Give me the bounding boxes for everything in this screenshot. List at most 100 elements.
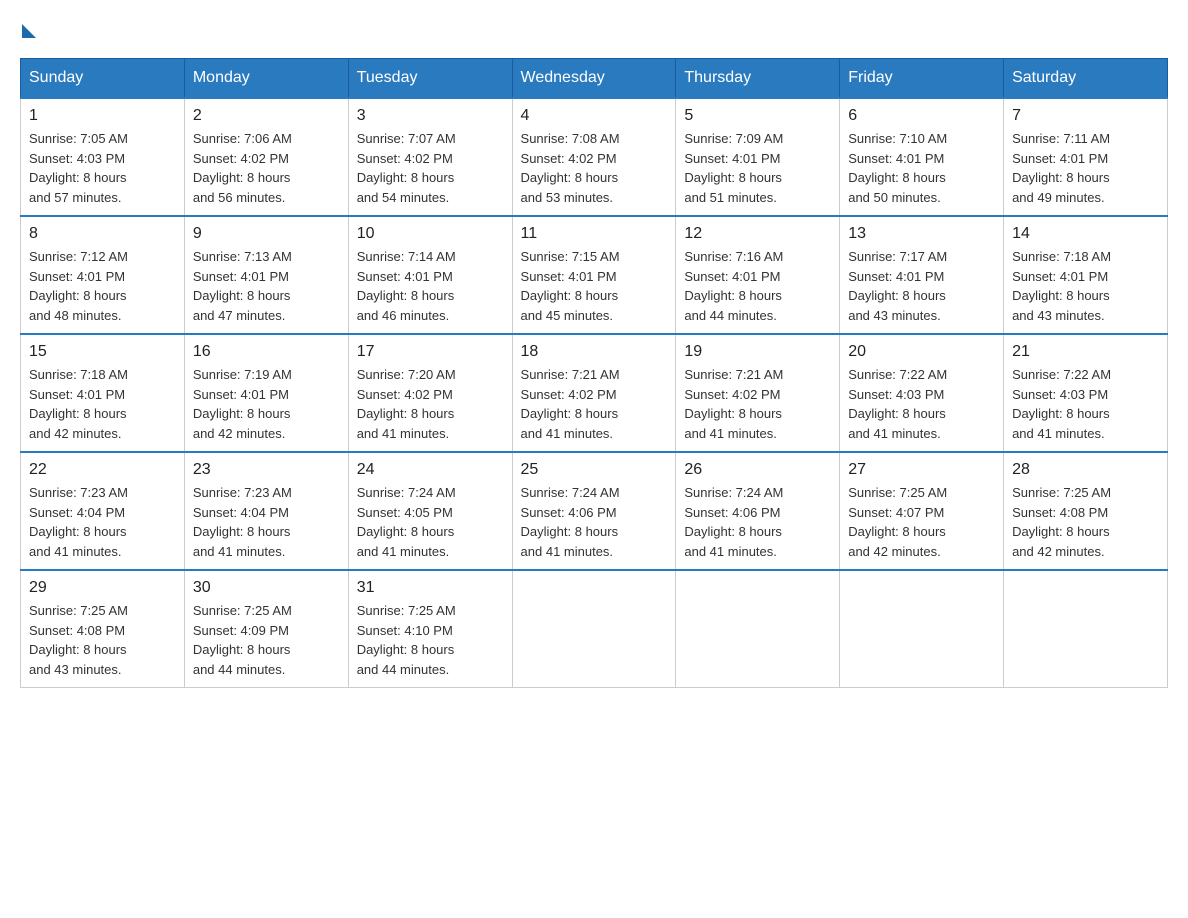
calendar-cell: 2 Sunrise: 7:06 AM Sunset: 4:02 PM Dayli…	[184, 98, 348, 216]
calendar-cell: 9 Sunrise: 7:13 AM Sunset: 4:01 PM Dayli…	[184, 216, 348, 334]
calendar-cell: 31 Sunrise: 7:25 AM Sunset: 4:10 PM Dayl…	[348, 570, 512, 688]
day-number: 18	[521, 343, 668, 361]
calendar-cell: 27 Sunrise: 7:25 AM Sunset: 4:07 PM Dayl…	[840, 452, 1004, 570]
weekday-header-monday: Monday	[184, 59, 348, 99]
day-number: 21	[1012, 343, 1159, 361]
day-info: Sunrise: 7:21 AM Sunset: 4:02 PM Dayligh…	[684, 365, 831, 443]
day-info: Sunrise: 7:05 AM Sunset: 4:03 PM Dayligh…	[29, 129, 176, 207]
day-number: 15	[29, 343, 176, 361]
weekday-header-friday: Friday	[840, 59, 1004, 99]
day-number: 26	[684, 461, 831, 479]
calendar-cell: 30 Sunrise: 7:25 AM Sunset: 4:09 PM Dayl…	[184, 570, 348, 688]
calendar-cell: 6 Sunrise: 7:10 AM Sunset: 4:01 PM Dayli…	[840, 98, 1004, 216]
calendar-cell: 7 Sunrise: 7:11 AM Sunset: 4:01 PM Dayli…	[1004, 98, 1168, 216]
calendar-cell: 26 Sunrise: 7:24 AM Sunset: 4:06 PM Dayl…	[676, 452, 840, 570]
day-number: 8	[29, 225, 176, 243]
day-info: Sunrise: 7:25 AM Sunset: 4:08 PM Dayligh…	[29, 601, 176, 679]
day-number: 20	[848, 343, 995, 361]
day-number: 23	[193, 461, 340, 479]
day-number: 17	[357, 343, 504, 361]
day-number: 27	[848, 461, 995, 479]
day-number: 3	[357, 107, 504, 125]
day-info: Sunrise: 7:16 AM Sunset: 4:01 PM Dayligh…	[684, 247, 831, 325]
calendar-cell: 22 Sunrise: 7:23 AM Sunset: 4:04 PM Dayl…	[21, 452, 185, 570]
day-info: Sunrise: 7:09 AM Sunset: 4:01 PM Dayligh…	[684, 129, 831, 207]
calendar-cell: 12 Sunrise: 7:16 AM Sunset: 4:01 PM Dayl…	[676, 216, 840, 334]
calendar-cell: 24 Sunrise: 7:24 AM Sunset: 4:05 PM Dayl…	[348, 452, 512, 570]
day-info: Sunrise: 7:23 AM Sunset: 4:04 PM Dayligh…	[193, 483, 340, 561]
day-info: Sunrise: 7:12 AM Sunset: 4:01 PM Dayligh…	[29, 247, 176, 325]
day-number: 24	[357, 461, 504, 479]
day-number: 14	[1012, 225, 1159, 243]
calendar-cell: 15 Sunrise: 7:18 AM Sunset: 4:01 PM Dayl…	[21, 334, 185, 452]
calendar-cell: 5 Sunrise: 7:09 AM Sunset: 4:01 PM Dayli…	[676, 98, 840, 216]
day-info: Sunrise: 7:13 AM Sunset: 4:01 PM Dayligh…	[193, 247, 340, 325]
calendar-cell	[676, 570, 840, 688]
calendar-cell	[512, 570, 676, 688]
calendar-table: SundayMondayTuesdayWednesdayThursdayFrid…	[20, 58, 1168, 688]
calendar-cell: 11 Sunrise: 7:15 AM Sunset: 4:01 PM Dayl…	[512, 216, 676, 334]
day-info: Sunrise: 7:15 AM Sunset: 4:01 PM Dayligh…	[521, 247, 668, 325]
day-info: Sunrise: 7:10 AM Sunset: 4:01 PM Dayligh…	[848, 129, 995, 207]
calendar-cell: 10 Sunrise: 7:14 AM Sunset: 4:01 PM Dayl…	[348, 216, 512, 334]
calendar-cell: 21 Sunrise: 7:22 AM Sunset: 4:03 PM Dayl…	[1004, 334, 1168, 452]
calendar-cell: 17 Sunrise: 7:20 AM Sunset: 4:02 PM Dayl…	[348, 334, 512, 452]
weekday-header-thursday: Thursday	[676, 59, 840, 99]
day-info: Sunrise: 7:06 AM Sunset: 4:02 PM Dayligh…	[193, 129, 340, 207]
calendar-cell: 3 Sunrise: 7:07 AM Sunset: 4:02 PM Dayli…	[348, 98, 512, 216]
calendar-cell: 4 Sunrise: 7:08 AM Sunset: 4:02 PM Dayli…	[512, 98, 676, 216]
calendar-cell: 8 Sunrise: 7:12 AM Sunset: 4:01 PM Dayli…	[21, 216, 185, 334]
weekday-header-row: SundayMondayTuesdayWednesdayThursdayFrid…	[21, 59, 1168, 99]
day-info: Sunrise: 7:17 AM Sunset: 4:01 PM Dayligh…	[848, 247, 995, 325]
day-info: Sunrise: 7:21 AM Sunset: 4:02 PM Dayligh…	[521, 365, 668, 443]
calendar-cell: 16 Sunrise: 7:19 AM Sunset: 4:01 PM Dayl…	[184, 334, 348, 452]
week-row-2: 8 Sunrise: 7:12 AM Sunset: 4:01 PM Dayli…	[21, 216, 1168, 334]
calendar-cell: 28 Sunrise: 7:25 AM Sunset: 4:08 PM Dayl…	[1004, 452, 1168, 570]
day-number: 13	[848, 225, 995, 243]
day-info: Sunrise: 7:25 AM Sunset: 4:10 PM Dayligh…	[357, 601, 504, 679]
day-info: Sunrise: 7:22 AM Sunset: 4:03 PM Dayligh…	[1012, 365, 1159, 443]
calendar-cell: 1 Sunrise: 7:05 AM Sunset: 4:03 PM Dayli…	[21, 98, 185, 216]
day-number: 9	[193, 225, 340, 243]
day-number: 12	[684, 225, 831, 243]
day-number: 4	[521, 107, 668, 125]
day-number: 29	[29, 579, 176, 597]
weekday-header-tuesday: Tuesday	[348, 59, 512, 99]
day-info: Sunrise: 7:24 AM Sunset: 4:06 PM Dayligh…	[521, 483, 668, 561]
day-info: Sunrise: 7:18 AM Sunset: 4:01 PM Dayligh…	[29, 365, 176, 443]
day-info: Sunrise: 7:24 AM Sunset: 4:05 PM Dayligh…	[357, 483, 504, 561]
weekday-header-wednesday: Wednesday	[512, 59, 676, 99]
day-number: 10	[357, 225, 504, 243]
calendar-cell: 19 Sunrise: 7:21 AM Sunset: 4:02 PM Dayl…	[676, 334, 840, 452]
weekday-header-sunday: Sunday	[21, 59, 185, 99]
day-info: Sunrise: 7:25 AM Sunset: 4:09 PM Dayligh…	[193, 601, 340, 679]
day-info: Sunrise: 7:25 AM Sunset: 4:08 PM Dayligh…	[1012, 483, 1159, 561]
day-info: Sunrise: 7:20 AM Sunset: 4:02 PM Dayligh…	[357, 365, 504, 443]
week-row-4: 22 Sunrise: 7:23 AM Sunset: 4:04 PM Dayl…	[21, 452, 1168, 570]
day-info: Sunrise: 7:23 AM Sunset: 4:04 PM Dayligh…	[29, 483, 176, 561]
calendar-cell	[840, 570, 1004, 688]
day-info: Sunrise: 7:22 AM Sunset: 4:03 PM Dayligh…	[848, 365, 995, 443]
day-info: Sunrise: 7:14 AM Sunset: 4:01 PM Dayligh…	[357, 247, 504, 325]
logo-triangle-icon	[22, 24, 36, 38]
week-row-3: 15 Sunrise: 7:18 AM Sunset: 4:01 PM Dayl…	[21, 334, 1168, 452]
day-number: 16	[193, 343, 340, 361]
day-info: Sunrise: 7:08 AM Sunset: 4:02 PM Dayligh…	[521, 129, 668, 207]
day-number: 5	[684, 107, 831, 125]
calendar-cell: 18 Sunrise: 7:21 AM Sunset: 4:02 PM Dayl…	[512, 334, 676, 452]
day-number: 2	[193, 107, 340, 125]
calendar-cell: 13 Sunrise: 7:17 AM Sunset: 4:01 PM Dayl…	[840, 216, 1004, 334]
calendar-cell: 23 Sunrise: 7:23 AM Sunset: 4:04 PM Dayl…	[184, 452, 348, 570]
day-number: 25	[521, 461, 668, 479]
day-info: Sunrise: 7:07 AM Sunset: 4:02 PM Dayligh…	[357, 129, 504, 207]
calendar-cell: 14 Sunrise: 7:18 AM Sunset: 4:01 PM Dayl…	[1004, 216, 1168, 334]
page-header	[20, 20, 1168, 38]
day-number: 7	[1012, 107, 1159, 125]
day-info: Sunrise: 7:19 AM Sunset: 4:01 PM Dayligh…	[193, 365, 340, 443]
day-info: Sunrise: 7:11 AM Sunset: 4:01 PM Dayligh…	[1012, 129, 1159, 207]
day-number: 1	[29, 107, 176, 125]
calendar-cell: 29 Sunrise: 7:25 AM Sunset: 4:08 PM Dayl…	[21, 570, 185, 688]
weekday-header-saturday: Saturday	[1004, 59, 1168, 99]
week-row-1: 1 Sunrise: 7:05 AM Sunset: 4:03 PM Dayli…	[21, 98, 1168, 216]
week-row-5: 29 Sunrise: 7:25 AM Sunset: 4:08 PM Dayl…	[21, 570, 1168, 688]
